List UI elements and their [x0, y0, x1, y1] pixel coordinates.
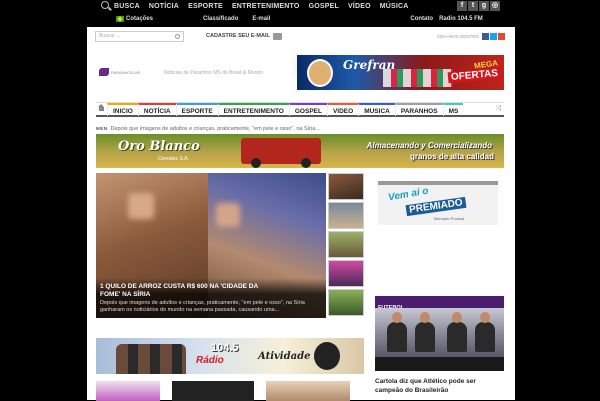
- home-icon[interactable]: [96, 103, 107, 116]
- top-nav-esporte[interactable]: ESPORTE: [188, 3, 223, 10]
- site-tagline: Notícias de Paranhos MS do Brasil & Mund…: [164, 70, 263, 76]
- googleplus-icon[interactable]: g: [479, 1, 489, 11]
- search-icon: [175, 33, 180, 39]
- ad-fm-radio: Rádio: [196, 355, 224, 366]
- top-nav-musica[interactable]: MÚSICA: [380, 3, 409, 10]
- more-articles: [96, 381, 364, 401]
- twitter-icon[interactable]: [490, 32, 497, 40]
- top-nav: BUSCA NOTÍCIA ESPORTE ENTRETENIMENTO GOS…: [96, 0, 504, 12]
- top-nav-video[interactable]: VÍDEO: [348, 3, 371, 10]
- nav-esporte[interactable]: ESPORTE: [175, 102, 218, 116]
- person: [387, 312, 407, 352]
- microphone-icon: [314, 342, 340, 370]
- ad-oro-line1: Almacenando y Comercializando: [366, 141, 492, 150]
- thumbnail[interactable]: [328, 260, 364, 287]
- ad-oro-sub: Cereales S.A.: [158, 156, 189, 162]
- logo-text: PARANHOS MS: [111, 69, 141, 75]
- banner-ad-grefran[interactable]: Grefran MEGA OFERTAS: [297, 55, 504, 90]
- ad-premiado-line3: Mercado Pontual: [434, 216, 465, 221]
- ad-premiado-line1: Vem aí o: [387, 185, 430, 204]
- top-nav-entretenimento[interactable]: ENTRETENIMENTO: [232, 3, 300, 10]
- facebook-icon[interactable]: [482, 32, 489, 40]
- shuffle-icon[interactable]: ⤨: [495, 105, 504, 113]
- nav-video[interactable]: VIDEO: [326, 102, 359, 116]
- social-small: [482, 32, 505, 40]
- ticker-text[interactable]: Depois que imagens de adultos e crianças…: [111, 126, 320, 132]
- main-nav: INICIO NOTÍCIA ESPORTE ENTRETENIMENTO GO…: [96, 102, 504, 117]
- person: [447, 312, 467, 352]
- table: [375, 357, 504, 371]
- ad-oro-line2: granos de alta calidad: [409, 152, 494, 161]
- twitter-icon[interactable]: t: [468, 1, 478, 11]
- googleplus-icon[interactable]: [498, 32, 505, 40]
- top-links: Cotações Classificado E-mail Contato Rad…: [96, 13, 504, 24]
- article-thumbnail[interactable]: [172, 381, 254, 401]
- products-image: [383, 69, 453, 87]
- blurred-face: [128, 193, 154, 219]
- nav-gospel[interactable]: GOSPEL: [288, 102, 327, 116]
- article-thumbnail[interactable]: [96, 381, 160, 401]
- banner-ad-atividade-fm[interactable]: 104.5 Rádio Atividade FM: [96, 338, 364, 374]
- cotacoes-link[interactable]: Cotações: [126, 16, 153, 22]
- featured-title[interactable]: 1 QUILO DE ARROZ CUSTA R$ 600 NA 'CIDADE…: [100, 283, 260, 299]
- banner-ad-premiado[interactable]: Vem aí o PREMIADO Mercado Pontual: [378, 181, 498, 225]
- futebol-image[interactable]: [375, 308, 504, 371]
- ad-strip: [378, 181, 498, 185]
- blurred-face: [216, 203, 240, 227]
- featured-article[interactable]: 1 QUILO DE ARROZ CUSTA R$ 600 NA 'CIDADE…: [96, 173, 326, 318]
- futebol-title[interactable]: Cartola diz que Atlético pode ser campeã…: [375, 377, 504, 395]
- news-ticker: MEN Depois que imagens de adultos e cria…: [96, 124, 504, 133]
- page-content: Buscar ... CADASTRE SEU E-MAIL SIGA-NOS …: [87, 27, 515, 401]
- top-nav-busca[interactable]: BUSCA: [114, 3, 140, 10]
- email-link[interactable]: E-mail: [252, 16, 270, 22]
- ad-fm-freq: 104.5: [211, 342, 239, 354]
- article-thumbnail[interactable]: [266, 381, 350, 401]
- featured-excerpt: Depois que imagens de adultos e crianças…: [100, 300, 305, 313]
- site-logo[interactable]: PARANHOS MS: [99, 67, 143, 77]
- social-icons: f t g ◎: [457, 1, 500, 11]
- thumbnail[interactable]: [328, 173, 364, 200]
- email-icon[interactable]: [272, 32, 282, 40]
- people-image: [116, 344, 186, 374]
- thumbnail[interactable]: [328, 231, 364, 258]
- instagram-icon[interactable]: ◎: [490, 1, 500, 11]
- person: [415, 312, 435, 352]
- top-bar: BUSCA NOTÍCIA ESPORTE ENTRETENIMENTO GOS…: [0, 0, 600, 27]
- thumbnail[interactable]: [328, 202, 364, 229]
- nav-paranhos[interactable]: PARANHOS: [394, 102, 443, 116]
- nav-noticia[interactable]: NOTÍCIA: [137, 102, 176, 116]
- section-header-futebol[interactable]: FUTEBOL: [375, 296, 504, 311]
- ticker-label: MEN: [96, 126, 108, 131]
- mascot-image: [307, 59, 333, 87]
- follow-label: SIGA-NOS DENTRO: [436, 33, 479, 39]
- person: [475, 312, 495, 352]
- nav-ms[interactable]: MS: [442, 102, 464, 116]
- ad-ofertas: OFERTAS: [447, 67, 502, 84]
- ad-oro-title: Oro Blanco: [118, 139, 200, 154]
- nav-entretenimento[interactable]: ENTRETENIMENTO: [217, 102, 289, 116]
- nav-musica[interactable]: MUSICA: [358, 102, 395, 116]
- thumbnail[interactable]: [328, 289, 364, 316]
- contato-link[interactable]: Contato: [410, 16, 433, 22]
- banner-ad-oro-blanco[interactable]: Oro Blanco Cereales S.A. Almacenando y C…: [96, 134, 504, 168]
- header-tools: Buscar ... CADASTRE SEU E-MAIL SIGA-NOS …: [95, 29, 505, 43]
- radio-link[interactable]: Radio 104.5 FM: [439, 16, 483, 22]
- classificado-link[interactable]: Classificado: [203, 16, 238, 22]
- logo-icon: [99, 68, 109, 76]
- search-placeholder: Buscar ...: [99, 32, 121, 39]
- search-input[interactable]: Buscar ...: [95, 30, 184, 42]
- top-nav-gospel[interactable]: GOSPEL: [309, 3, 339, 10]
- top-nav-noticia[interactable]: NOTÍCIA: [149, 3, 179, 10]
- featured-thumbnails: [328, 173, 364, 318]
- ad-premiado-line2: PREMIADO: [405, 196, 467, 217]
- harvester-image: [241, 138, 321, 168]
- facebook-icon[interactable]: f: [457, 1, 467, 11]
- nav-inicio[interactable]: INICIO: [107, 102, 138, 116]
- newsletter-label[interactable]: CADASTRE SEU E-MAIL: [206, 33, 270, 39]
- brazil-flag-icon: [116, 15, 124, 22]
